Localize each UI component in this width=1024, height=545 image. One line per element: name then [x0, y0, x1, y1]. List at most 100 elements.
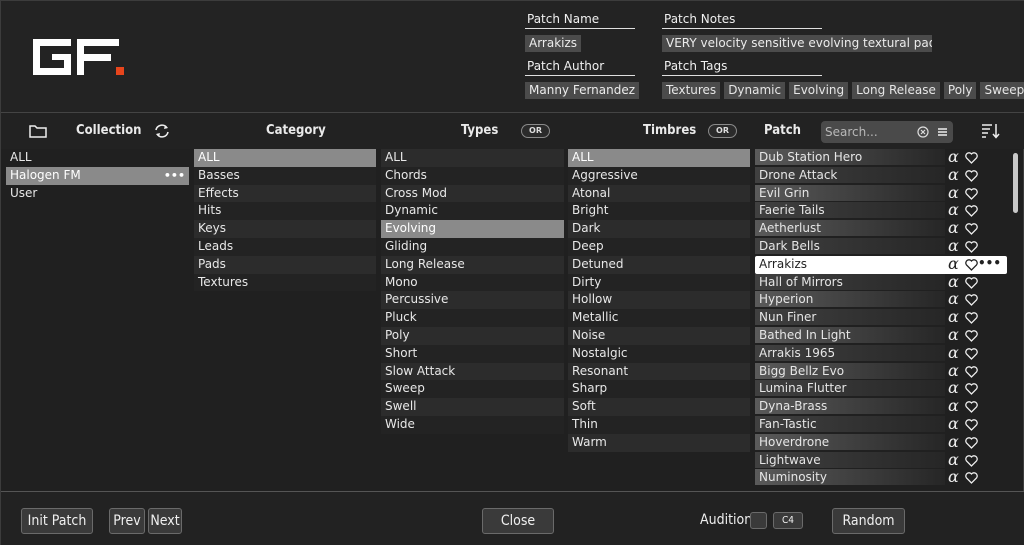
- favorite-heart-icon[interactable]: [965, 276, 978, 289]
- favorite-heart-icon[interactable]: [965, 436, 978, 449]
- favorite-heart-icon[interactable]: [965, 419, 978, 431]
- folder-icon[interactable]: [29, 124, 47, 138]
- patch-tag-poly[interactable]: Poly: [943, 82, 977, 99]
- patch-notes-field[interactable]: VERY velocity sensitive evolving textura…: [662, 35, 932, 52]
- category-item-effects[interactable]: Effects: [194, 184, 376, 203]
- search-input[interactable]: [825, 124, 915, 140]
- patch-author-field[interactable]: Manny Fernandez: [525, 82, 640, 99]
- type-item-chords[interactable]: Chords: [381, 166, 564, 185]
- timbre-item-warm[interactable]: Warm: [568, 433, 750, 452]
- refresh-icon[interactable]: [153, 123, 171, 139]
- timbre-item-deep[interactable]: Deep: [568, 237, 750, 256]
- timbre-item-all[interactable]: ALL: [568, 149, 750, 167]
- category-item-pads[interactable]: Pads: [194, 255, 376, 274]
- timbres-or-toggle[interactable]: OR: [708, 124, 737, 138]
- patch-row-drone-attack[interactable]: Drone Attack α: [755, 165, 1007, 185]
- patch-row-fan-tastic[interactable]: Fan-Tastic α: [755, 415, 1007, 434]
- type-item-pluck[interactable]: Pluck: [381, 309, 564, 327]
- timbre-item-aggressive[interactable]: Aggressive: [568, 166, 750, 185]
- alpha-icon[interactable]: α: [948, 415, 959, 433]
- type-item-dynamic[interactable]: Dynamic: [381, 202, 564, 221]
- favorite-heart-icon[interactable]: [965, 312, 978, 325]
- timbre-item-soft[interactable]: Soft: [568, 398, 750, 416]
- favorite-heart-icon[interactable]: [965, 169, 978, 182]
- favorite-heart-icon[interactable]: [965, 241, 978, 253]
- alpha-icon[interactable]: α: [948, 326, 959, 344]
- favorite-heart-icon[interactable]: [965, 152, 978, 164]
- alpha-icon[interactable]: α: [948, 361, 959, 380]
- favorite-heart-icon[interactable]: [965, 330, 978, 342]
- timbre-item-dark[interactable]: Dark: [568, 220, 750, 238]
- collection-item-halogen-fm[interactable]: Halogen FM •••: [6, 166, 189, 185]
- patch-tag-dynamic[interactable]: Dynamic: [724, 82, 786, 99]
- timbre-item-metallic[interactable]: Metallic: [568, 309, 750, 327]
- audition-note-field[interactable]: C4: [773, 512, 803, 529]
- favorite-heart-icon[interactable]: [965, 454, 978, 467]
- search-menu-icon[interactable]: [937, 127, 948, 137]
- type-item-poly[interactable]: Poly: [381, 326, 564, 345]
- favorite-heart-icon[interactable]: [965, 347, 978, 360]
- more-options-icon[interactable]: •••: [978, 255, 1001, 273]
- patch-row-dub-station-hero[interactable]: Dub Station Hero α: [755, 149, 1007, 167]
- patch-tag-sweep[interactable]: Sweep: [980, 82, 1024, 99]
- patch-row-nun-finer[interactable]: Nun Finer α: [755, 308, 1007, 327]
- alpha-icon[interactable]: α: [948, 397, 959, 415]
- favorite-heart-icon[interactable]: [965, 401, 978, 414]
- timbre-item-hollow[interactable]: Hollow: [568, 291, 750, 310]
- patch-row-aetherlust[interactable]: Aetherlust α: [755, 219, 1007, 238]
- type-item-long-release[interactable]: Long Release: [381, 255, 564, 274]
- favorite-heart-icon[interactable]: [965, 294, 978, 307]
- type-item-sweep[interactable]: Sweep: [381, 380, 564, 399]
- favorite-heart-icon[interactable]: [965, 187, 978, 200]
- category-item-keys[interactable]: Keys: [194, 220, 376, 238]
- prev-button[interactable]: Prev: [109, 508, 145, 534]
- patch-row-faerie-tails[interactable]: Faerie Tails α: [755, 201, 1007, 220]
- favorite-heart-icon[interactable]: [965, 258, 978, 271]
- alpha-icon[interactable]: α: [948, 432, 959, 451]
- category-item-leads[interactable]: Leads: [194, 237, 376, 256]
- alpha-icon[interactable]: α: [948, 450, 959, 469]
- clear-search-icon[interactable]: [917, 126, 929, 138]
- alpha-icon[interactable]: α: [948, 183, 959, 202]
- alpha-icon[interactable]: α: [948, 254, 959, 273]
- more-options-icon[interactable]: •••: [164, 167, 185, 185]
- patch-tag-textures[interactable]: Textures: [662, 82, 721, 99]
- alpha-icon[interactable]: α: [948, 165, 959, 184]
- timbre-item-dirty[interactable]: Dirty: [568, 273, 750, 292]
- collection-item-user[interactable]: User: [6, 185, 189, 203]
- patch-row-lightwave[interactable]: Lightwave α: [755, 450, 1007, 470]
- patch-row-arrakizs[interactable]: Arrakizs α •••: [755, 254, 1007, 274]
- alpha-icon[interactable]: α: [948, 379, 959, 397]
- collection-item-all[interactable]: ALL: [6, 149, 189, 167]
- alpha-icon[interactable]: α: [948, 290, 959, 308]
- type-item-all[interactable]: ALL: [381, 149, 564, 167]
- type-item-mono[interactable]: Mono: [381, 273, 564, 292]
- type-item-slow-attack[interactable]: Slow Attack: [381, 362, 564, 381]
- timbre-item-noise[interactable]: Noise: [568, 326, 750, 345]
- close-button[interactable]: Close: [482, 508, 554, 534]
- patch-row-dyna-brass[interactable]: Dyna-Brass α: [755, 397, 1007, 416]
- timbre-item-detuned[interactable]: Detuned: [568, 255, 750, 274]
- audition-checkbox[interactable]: [750, 512, 767, 529]
- alpha-icon[interactable]: α: [948, 272, 959, 291]
- patch-row-numinosity[interactable]: Numinosity α: [755, 468, 1007, 487]
- alpha-icon[interactable]: α: [948, 468, 959, 486]
- favorite-heart-icon[interactable]: [965, 383, 978, 396]
- patch-row-arrakis-1965[interactable]: Arrakis 1965 α: [755, 343, 1007, 363]
- patch-row-hall-of-mirrors[interactable]: Hall of Mirrors α: [755, 272, 1007, 292]
- patch-list-scrollbar[interactable]: [1013, 153, 1018, 213]
- patch-row-bathed-in-light[interactable]: Bathed In Light α: [755, 326, 1007, 345]
- category-item-textures[interactable]: Textures: [194, 273, 376, 292]
- patch-row-hoverdrone[interactable]: Hoverdrone α: [755, 432, 1007, 452]
- timbre-item-thin[interactable]: Thin: [568, 415, 750, 434]
- random-button[interactable]: Random: [832, 508, 905, 534]
- timbre-item-resonant[interactable]: Resonant: [568, 362, 750, 381]
- type-item-cross-mod[interactable]: Cross Mod: [381, 184, 564, 203]
- patch-row-evil-grin[interactable]: Evil Grin α: [755, 183, 1007, 203]
- favorite-heart-icon[interactable]: [965, 205, 978, 218]
- patch-tag-evolving[interactable]: Evolving: [789, 82, 849, 99]
- alpha-icon[interactable]: α: [948, 308, 959, 326]
- patch-tag-long-release[interactable]: Long Release: [852, 82, 940, 99]
- type-item-gliding[interactable]: Gliding: [381, 237, 564, 256]
- timbre-item-sharp[interactable]: Sharp: [568, 380, 750, 399]
